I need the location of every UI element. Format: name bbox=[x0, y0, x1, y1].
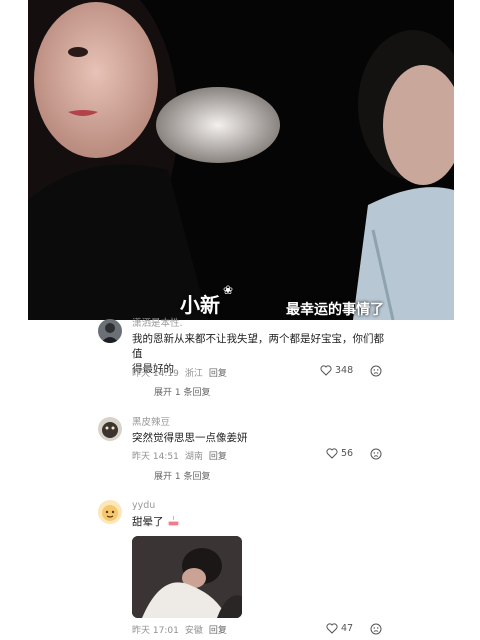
comment-text-line: 我的恩新从来都不让我失望，两个都是好宝宝，你们都值 bbox=[132, 333, 384, 360]
cake-emoji-icon bbox=[168, 516, 179, 526]
like-count: 47 bbox=[341, 623, 354, 634]
reply-button[interactable]: 回复 bbox=[209, 452, 227, 462]
like-button[interactable]: 348 bbox=[320, 365, 353, 376]
like-button[interactable]: 56 bbox=[326, 448, 353, 459]
comment-time: 昨天 14:51 bbox=[132, 452, 179, 462]
sad-face-icon[interactable] bbox=[370, 365, 382, 377]
comment-username[interactable]: 潇洒是本性. bbox=[132, 318, 392, 330]
comment-location: 湖南 bbox=[184, 452, 203, 462]
comment-time: 昨天 17:01 bbox=[132, 626, 179, 636]
comment-location: 浙江 bbox=[184, 369, 203, 379]
like-count: 56 bbox=[341, 448, 354, 459]
heart-outline-icon bbox=[320, 365, 332, 376]
expand-replies[interactable]: 展开 1 条回复 bbox=[154, 469, 210, 482]
flower-icon: ❀ bbox=[223, 283, 234, 297]
video-caption-text: 最幸运的事情了 bbox=[286, 302, 384, 318]
fur-hood-shape bbox=[156, 87, 280, 163]
comment-meta: 昨天 14:19 浙江 回复 bbox=[132, 366, 233, 379]
sad-face-icon[interactable] bbox=[370, 623, 382, 635]
like-button[interactable]: 47 bbox=[326, 623, 353, 634]
heart-outline-icon bbox=[326, 448, 338, 459]
reply-button[interactable]: 回复 bbox=[209, 626, 227, 636]
avatar[interactable] bbox=[98, 319, 122, 343]
like-count: 348 bbox=[335, 365, 354, 376]
face-shape bbox=[34, 2, 158, 158]
comment-meta: 昨天 14:51 湖南 回复 bbox=[132, 449, 233, 462]
comment-text-line: 突然觉得思思一点像姜妍 bbox=[132, 432, 248, 444]
avatar[interactable] bbox=[98, 417, 122, 441]
sad-face-icon[interactable] bbox=[370, 448, 382, 460]
comment-username[interactable]: 黑皮辣豆 bbox=[132, 417, 392, 429]
comment-image[interactable] bbox=[132, 536, 242, 618]
reply-button[interactable]: 回复 bbox=[209, 369, 227, 379]
video-caption-name: 小新 bbox=[180, 293, 220, 317]
comment-text-line: 甜晕了 bbox=[132, 516, 164, 528]
video-scene bbox=[28, 0, 454, 320]
comment-text: 突然觉得思思一点像姜妍 bbox=[132, 431, 392, 446]
video-frame[interactable]: 小新 ❀ 最幸运的事情了 bbox=[28, 0, 454, 320]
comment-meta: 昨天 17:01 安徽 回复 bbox=[132, 623, 233, 636]
comment-location: 安徽 bbox=[184, 626, 203, 636]
expand-replies[interactable]: 展开 1 条回复 bbox=[154, 385, 210, 398]
comment-text: 甜晕了 bbox=[132, 514, 392, 530]
heart-outline-icon bbox=[326, 623, 338, 634]
comment-time: 昨天 14:19 bbox=[132, 369, 179, 379]
avatar[interactable] bbox=[98, 500, 122, 524]
comment-username[interactable]: yydu bbox=[132, 500, 392, 512]
